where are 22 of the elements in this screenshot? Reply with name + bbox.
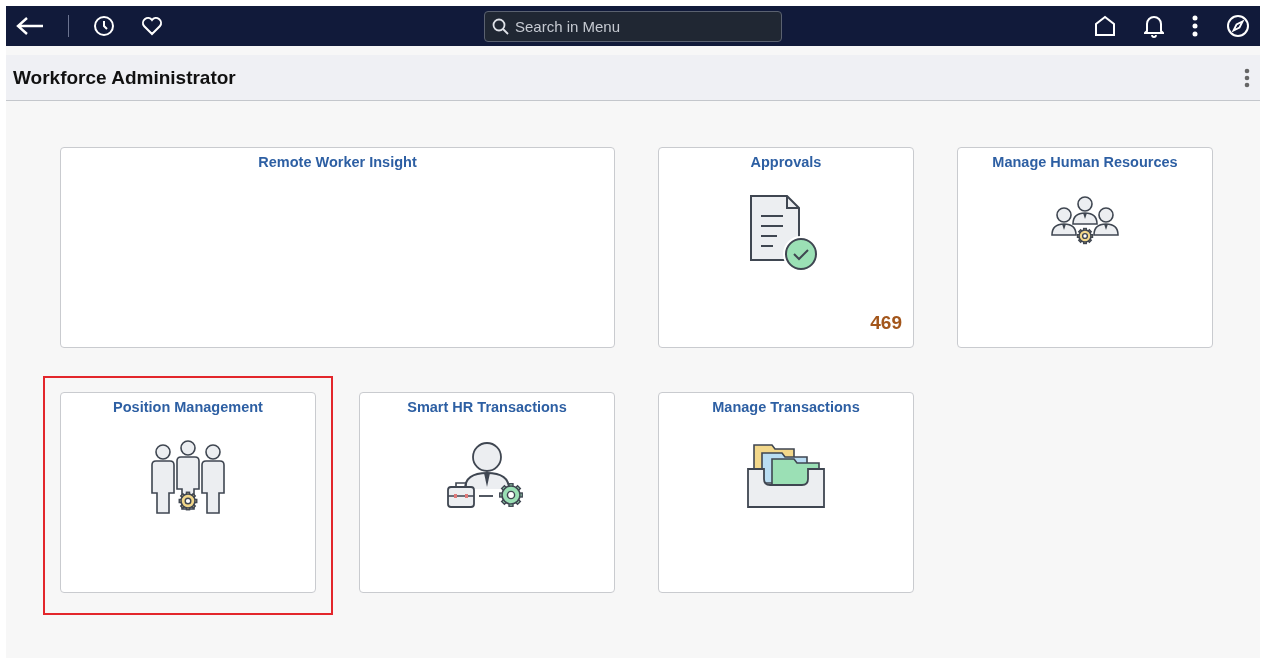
tile[interactable]: Position Management <box>60 392 316 593</box>
more-icon[interactable] <box>1190 13 1200 39</box>
heart-icon[interactable] <box>139 14 165 38</box>
tile[interactable]: Smart HR Transactions <box>359 392 615 593</box>
back-icon[interactable] <box>14 14 46 38</box>
tile[interactable]: Approvals 469 <box>658 147 914 348</box>
count-label: 469 <box>870 312 902 334</box>
tile-title: Smart HR Transactions <box>407 399 567 415</box>
tile-title: Remote Worker Insight <box>258 154 417 170</box>
tile-title: Position Management <box>113 399 263 415</box>
tile[interactable]: Remote Worker Insight <box>60 147 615 348</box>
compass-icon[interactable] <box>1224 12 1252 40</box>
clock-icon[interactable] <box>91 13 117 39</box>
search-icon <box>492 17 509 35</box>
search-field[interactable]: Search in Menu <box>484 10 782 42</box>
tile[interactable]: Manage Human Resources <box>957 147 1213 348</box>
page-title: Workforce Administrator <box>13 66 236 89</box>
home-icon[interactable] <box>1092 13 1118 39</box>
tile-title: Manage Human Resources <box>992 154 1178 170</box>
tile[interactable]: Manage Transactions <box>658 392 914 593</box>
tile-title: Manage Transactions <box>712 399 860 415</box>
tile-title: Approvals <box>750 154 822 170</box>
